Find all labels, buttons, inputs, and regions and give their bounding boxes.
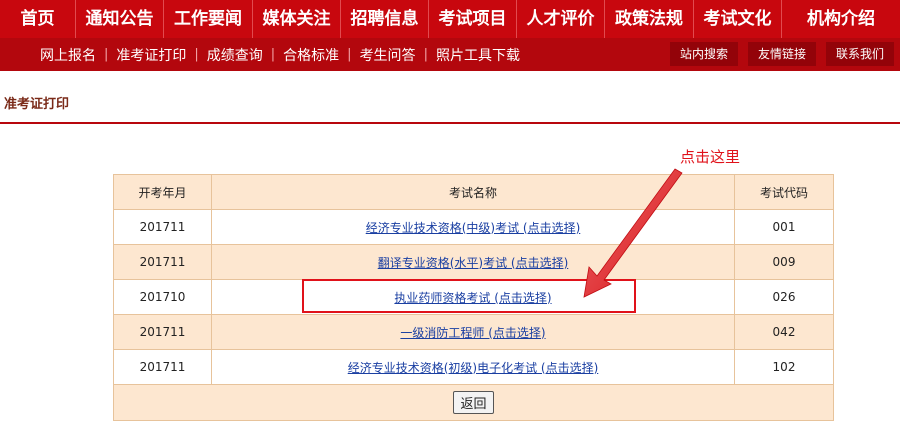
row-name-cell: 执业药师资格考试 (点击选择) <box>211 279 735 315</box>
nav-exam-culture[interactable]: 考试文化 <box>694 0 782 38</box>
table-footer-row: 返回 <box>113 384 834 421</box>
exam-select-link[interactable]: 翻译专业资格(水平)考试 (点击选择) <box>378 256 569 270</box>
title-divider <box>0 122 900 124</box>
nav-recruit[interactable]: 招聘信息 <box>341 0 429 38</box>
sub-nav-admission-print[interactable]: 准考证打印 <box>108 45 194 65</box>
contact-us-button[interactable]: 联系我们 <box>825 42 894 66</box>
nav-policy[interactable]: 政策法规 <box>605 0 694 38</box>
exam-select-link[interactable]: 执业药师资格考试 (点击选择) <box>394 291 551 305</box>
header-date: 开考年月 <box>113 174 212 210</box>
main-nav: 首页 通知公告 工作要闻 媒体关注 招聘信息 考试项目 人才评价 政策法规 考试… <box>0 0 900 38</box>
row-code: 102 <box>734 349 834 385</box>
row-date: 201711 <box>113 314 212 350</box>
sub-nav-photo-tool[interactable]: 照片工具下载 <box>428 45 528 65</box>
annotation-label: 点击这里 <box>680 148 741 166</box>
row-date: 201710 <box>113 279 212 315</box>
row-name-cell: 经济专业技术资格(中级)考试 (点击选择) <box>211 209 735 245</box>
nav-talent-eval[interactable]: 人才评价 <box>517 0 605 38</box>
sub-nav-score-query[interactable]: 成绩查询 <box>199 45 271 65</box>
page-title: 准考证打印 <box>4 97 70 112</box>
friend-links-button[interactable]: 友情链接 <box>747 42 816 66</box>
exam-select-link[interactable]: 经济专业技术资格(初级)电子化考试 (点击选择) <box>348 361 599 375</box>
row-code: 026 <box>734 279 834 315</box>
header-exam-code: 考试代码 <box>734 174 834 210</box>
table-row: 201710 执业药师资格考试 (点击选择) 026 <box>113 279 834 315</box>
sub-nav-pass-standard[interactable]: 合格标准 <box>275 45 347 65</box>
exam-table: 开考年月 考试名称 考试代码 201711 经济专业技术资格(中级)考试 (点击… <box>113 174 834 421</box>
quick-links: 站内搜索 友情链接 联系我们 <box>669 42 894 66</box>
footer-cell: 返回 <box>113 384 834 421</box>
header-exam-name: 考试名称 <box>211 174 735 210</box>
back-button[interactable]: 返回 <box>453 391 494 414</box>
nav-exam-projects[interactable]: 考试项目 <box>429 0 517 38</box>
table-row: 201711 经济专业技术资格(中级)考试 (点击选择) 001 <box>113 209 834 245</box>
row-code: 001 <box>734 209 834 245</box>
exam-select-link[interactable]: 经济专业技术资格(中级)考试 (点击选择) <box>366 221 581 235</box>
sub-nav: 网上报名 | 准考证打印 | 成绩查询 | 合格标准 | 考生问答 | 照片工具… <box>0 38 900 71</box>
nav-notices[interactable]: 通知公告 <box>76 0 164 38</box>
table-row: 201711 翻译专业资格(水平)考试 (点击选择) 009 <box>113 244 834 280</box>
row-name-cell: 经济专业技术资格(初级)电子化考试 (点击选择) <box>211 349 735 385</box>
site-search-button[interactable]: 站内搜索 <box>669 42 738 66</box>
table-row: 201711 一级消防工程师 (点击选择) 042 <box>113 314 834 350</box>
nav-media[interactable]: 媒体关注 <box>253 0 341 38</box>
sub-nav-links: 网上报名 | 准考证打印 | 成绩查询 | 合格标准 | 考生问答 | 照片工具… <box>32 45 528 65</box>
row-name-cell: 翻译专业资格(水平)考试 (点击选择) <box>211 244 735 280</box>
nav-work-news[interactable]: 工作要闻 <box>164 0 253 38</box>
table-header-row: 开考年月 考试名称 考试代码 <box>113 174 834 210</box>
row-name-cell: 一级消防工程师 (点击选择) <box>211 314 735 350</box>
nav-home[interactable]: 首页 <box>0 0 76 38</box>
table-row: 201711 经济专业技术资格(初级)电子化考试 (点击选择) 102 <box>113 349 834 385</box>
sub-nav-qa[interactable]: 考生问答 <box>352 45 424 65</box>
row-date: 201711 <box>113 244 212 280</box>
exam-select-link[interactable]: 一级消防工程师 (点击选择) <box>400 326 545 340</box>
row-date: 201711 <box>113 349 212 385</box>
row-date: 201711 <box>113 209 212 245</box>
nav-about[interactable]: 机构介绍 <box>782 0 900 38</box>
sub-nav-register[interactable]: 网上报名 <box>32 45 104 65</box>
row-code: 042 <box>734 314 834 350</box>
row-code: 009 <box>734 244 834 280</box>
